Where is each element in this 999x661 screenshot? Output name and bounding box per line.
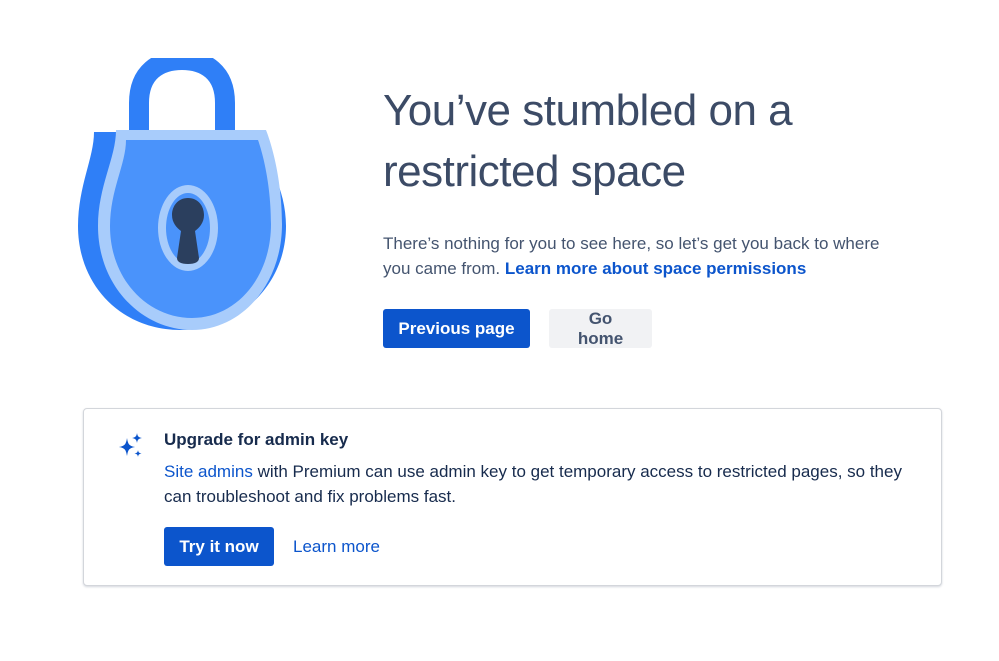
description-text: There’s nothing for you to see here, so …: [383, 231, 903, 281]
padlock-icon: [78, 58, 286, 330]
page-title: You’ve stumbled on a restricted space: [383, 86, 793, 196]
space-permissions-link[interactable]: Learn more about space permissions: [505, 259, 806, 278]
card-title: Upgrade for admin key: [164, 430, 349, 449]
restricted-space-page: You’ve stumbled on a restricted space Th…: [0, 0, 999, 661]
sparkle-icon: [119, 433, 142, 457]
upgrade-admin-key-card: Upgrade for admin key Site admins with P…: [83, 408, 942, 586]
learn-more-link[interactable]: Learn more: [293, 527, 380, 566]
previous-page-button[interactable]: Previous page: [383, 309, 530, 348]
go-home-button[interactable]: Go home: [549, 309, 652, 348]
card-description: Site admins with Premium can use admin k…: [164, 459, 924, 509]
site-admins-link[interactable]: Site admins: [164, 462, 253, 481]
card-description-text: with Premium can use admin key to get te…: [164, 462, 902, 506]
try-it-now-button[interactable]: Try it now: [164, 527, 274, 566]
